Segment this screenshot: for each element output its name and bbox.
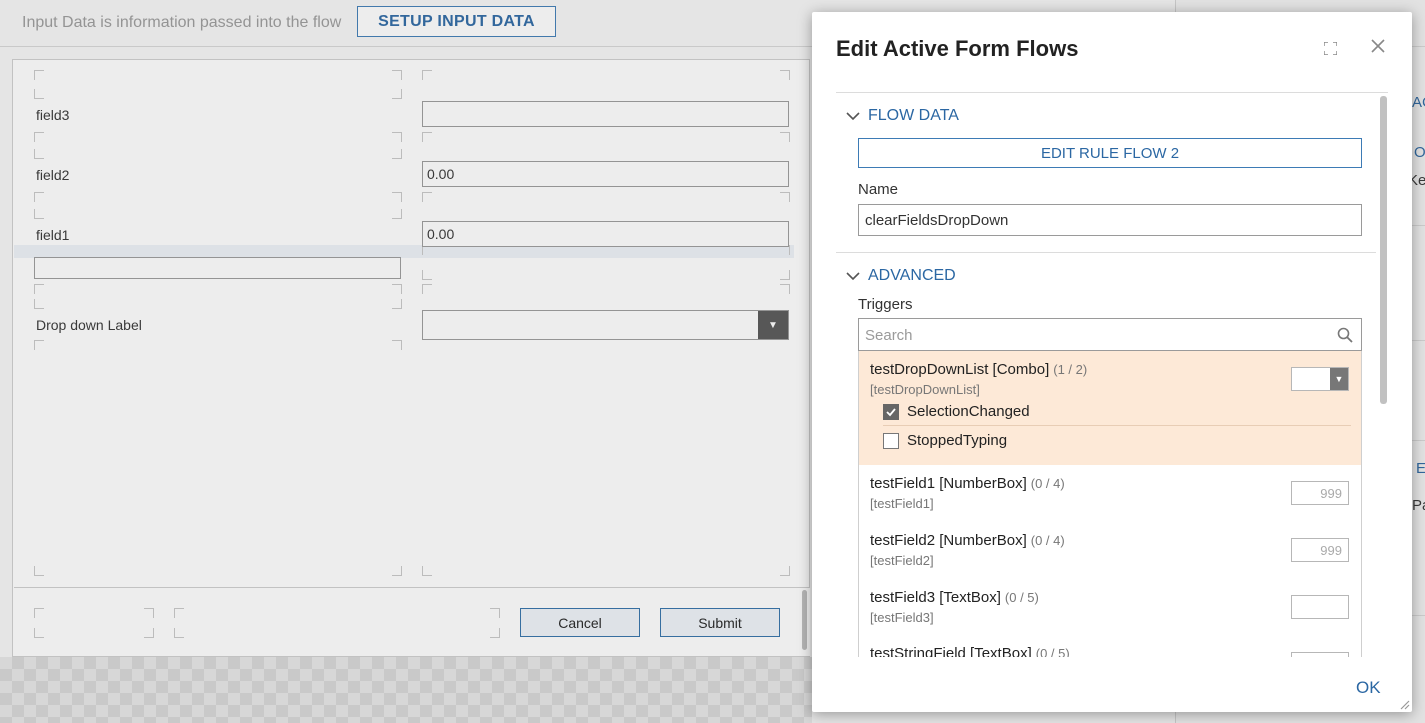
trigger-count: (0 / 4) bbox=[1030, 533, 1065, 548]
chevron-down-icon: ▼ bbox=[1330, 368, 1348, 390]
flow-data-heading: FLOW DATA bbox=[868, 107, 959, 124]
maximize-icon[interactable] bbox=[1324, 42, 1337, 55]
trigger-text-preview[interactable] bbox=[1291, 652, 1349, 657]
trigger-row[interactable]: testStringField [TextBox] (0 / 5) bbox=[859, 636, 1361, 657]
close-icon[interactable] bbox=[1370, 38, 1386, 54]
event-label: StoppedTyping bbox=[907, 432, 1008, 449]
advanced-heading: ADVANCED bbox=[868, 267, 956, 284]
trigger-number-preview[interactable]: 999 bbox=[1291, 538, 1349, 562]
chevron-down-icon bbox=[846, 112, 860, 121]
trigger-name: testField3 [TextBox] (0 / 5) bbox=[870, 589, 1039, 606]
event-option[interactable]: SelectionChanged bbox=[883, 403, 1030, 420]
trigger-row[interactable]: testField3 [TextBox] (0 / 5) [testField3] bbox=[859, 579, 1361, 637]
event-label: SelectionChanged bbox=[907, 403, 1030, 420]
search-icon bbox=[1337, 327, 1353, 343]
resize-grip-icon[interactable] bbox=[1398, 698, 1410, 710]
trigger-count: (0 / 5) bbox=[1035, 646, 1070, 657]
name-label: Name bbox=[858, 181, 899, 198]
trigger-number-preview[interactable]: 999 bbox=[1291, 481, 1349, 505]
section-divider bbox=[836, 252, 1376, 253]
name-input[interactable]: clearFieldsDropDown bbox=[858, 204, 1362, 236]
chevron-down-icon bbox=[846, 272, 860, 281]
checkbox-icon[interactable] bbox=[883, 432, 899, 449]
flow-data-section-toggle[interactable]: FLOW DATA bbox=[846, 107, 959, 125]
trigger-id: [testField1] bbox=[870, 496, 934, 511]
trigger-row[interactable]: testField1 [NumberBox] (0 / 4) [testField… bbox=[859, 465, 1361, 523]
event-option[interactable]: StoppedTyping bbox=[883, 432, 1007, 449]
triggers-label: Triggers bbox=[858, 296, 913, 313]
triggers-list: testDropDownList [Combo] (1 / 2) [testDro… bbox=[858, 351, 1362, 657]
trigger-row[interactable]: testDropDownList [Combo] (1 / 2) [testDro… bbox=[859, 351, 1361, 466]
trigger-count: (0 / 4) bbox=[1030, 476, 1065, 491]
trigger-name: testField2 [NumberBox] (0 / 4) bbox=[870, 532, 1065, 549]
ok-button[interactable]: OK bbox=[1356, 678, 1381, 698]
search-placeholder: Search bbox=[865, 327, 913, 344]
edit-active-form-flows-dialog: Edit Active Form Flows FLOW DATA EDIT RU… bbox=[812, 12, 1412, 712]
trigger-count: (0 / 5) bbox=[1004, 590, 1039, 605]
trigger-combo-preview[interactable]: ▼ bbox=[1291, 367, 1349, 391]
trigger-row[interactable]: testField2 [NumberBox] (0 / 4) [testField… bbox=[859, 522, 1361, 580]
title-divider bbox=[836, 92, 1388, 93]
dialog-scrollbar[interactable] bbox=[1380, 96, 1387, 404]
trigger-text-preview[interactable] bbox=[1291, 595, 1349, 619]
dialog-title: Edit Active Form Flows bbox=[836, 36, 1079, 61]
trigger-count: (1 / 2) bbox=[1053, 362, 1088, 377]
trigger-id: [testField3] bbox=[870, 610, 934, 625]
edit-rule-flow-button[interactable]: EDIT RULE FLOW 2 bbox=[858, 138, 1362, 168]
event-divider bbox=[883, 425, 1351, 426]
trigger-id: [testDropDownList] bbox=[870, 382, 980, 397]
trigger-name: testField1 [NumberBox] (0 / 4) bbox=[870, 475, 1065, 492]
advanced-section-toggle[interactable]: ADVANCED bbox=[846, 267, 956, 285]
trigger-id: [testField2] bbox=[870, 553, 934, 568]
triggers-search-input[interactable]: Search bbox=[858, 318, 1362, 351]
trigger-name: testDropDownList [Combo] (1 / 2) bbox=[870, 361, 1088, 378]
trigger-name: testStringField [TextBox] (0 / 5) bbox=[870, 645, 1070, 657]
checkbox-checked-icon[interactable] bbox=[883, 403, 899, 420]
